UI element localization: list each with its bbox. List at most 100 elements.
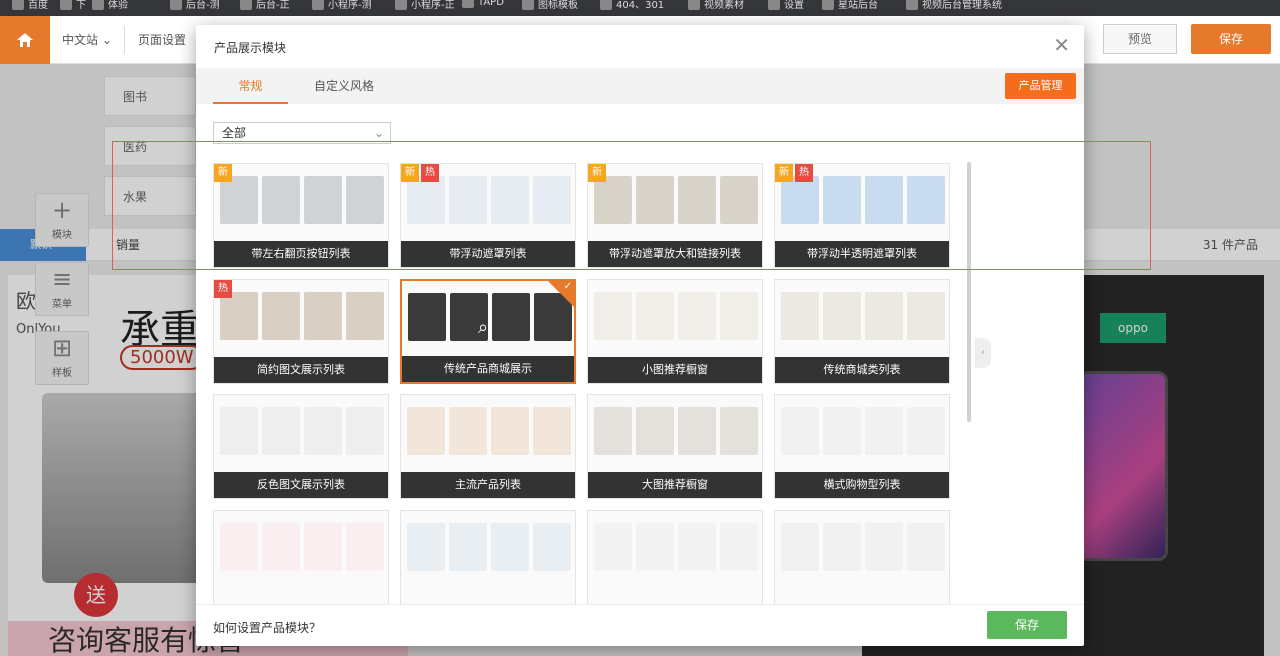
bookmark-item[interactable]: 百度 (12, 0, 48, 11)
dialog-title: 产品展示模块 (214, 41, 287, 55)
bookmark-label: 图标模板 (538, 0, 578, 11)
thumbnail-image (346, 292, 384, 340)
thumbnail-image (533, 407, 571, 455)
style-card[interactable] (213, 510, 389, 604)
bookmark-label: 小程序-正 (411, 0, 455, 11)
bookmark-item[interactable]: 星站后台 (822, 0, 878, 11)
bookmark-label: 视频后台管理系统 (922, 0, 1002, 11)
thumbnail-image (304, 407, 342, 455)
dialog-footer: 如何设置产品模块？ 保存 (196, 604, 1084, 646)
preview-button[interactable]: 预览 (1103, 24, 1177, 54)
thumbnail-image (262, 292, 300, 340)
thumbnail-image (407, 407, 445, 455)
tab-custom-style[interactable]: 自定义风格 (314, 68, 374, 104)
thumbnail-image (449, 407, 487, 455)
help-link[interactable]: 如何设置产品模块？ (213, 619, 321, 636)
thumbnail-image (594, 407, 632, 455)
bookmark-icon (688, 0, 700, 10)
style-card[interactable]: 横式购物型列表 (774, 394, 950, 499)
close-icon[interactable]: ✕ (1053, 35, 1070, 55)
card-label: 小图推荐橱窗 (588, 357, 762, 383)
bookmark-label: 后台-测 (186, 0, 220, 11)
style-card[interactable]: 小图推荐橱窗 (587, 279, 763, 384)
bookmark-item[interactable]: 视频素材 (688, 0, 744, 11)
thumbnail-image (407, 523, 445, 571)
bookmark-item[interactable]: 图标模板 (522, 0, 578, 11)
thumbnail-image (865, 407, 903, 455)
thumbnail-image (907, 292, 945, 340)
bookmark-item[interactable]: 视频后台管理系统 (906, 0, 1002, 11)
thumbnail-image (781, 523, 819, 571)
bookmark-label: 体验 (108, 0, 128, 11)
bookmark-label: 百度 (28, 0, 48, 11)
style-card[interactable]: 热简约图文展示列表 (213, 279, 389, 384)
thumbnail-image (262, 523, 300, 571)
style-card[interactable]: 反色图文展示列表 (213, 394, 389, 499)
thumbnail-image (492, 293, 530, 341)
bookmark-icon (312, 0, 324, 10)
thumbnail-image (262, 407, 300, 455)
card-label: 横式购物型列表 (775, 472, 949, 498)
style-card[interactable] (400, 510, 576, 604)
bookmark-label: 后台-正 (256, 0, 290, 11)
thumbnail-image (636, 523, 674, 571)
home-button[interactable] (0, 16, 50, 64)
thumbnail-image (781, 292, 819, 340)
thumbnail-image (678, 407, 716, 455)
bookmark-label: 设置 (784, 0, 804, 11)
thumbnail-image (408, 293, 446, 341)
tab-general[interactable]: 常规 (213, 68, 288, 104)
thumbnail-image (865, 523, 903, 571)
bookmark-label: 404、301 (616, 0, 665, 11)
bookmark-icon (395, 0, 407, 10)
bookmark-item[interactable]: TAPD (462, 0, 504, 8)
thumbnail-image (533, 523, 571, 571)
bookmark-icon (822, 0, 834, 10)
chevron-down-icon: ⌄ (373, 126, 384, 140)
style-card[interactable]: 传统商城类列表 (774, 279, 950, 384)
bookmark-item[interactable]: 小程序-测 (312, 0, 372, 11)
thumbnail-image (449, 523, 487, 571)
bookmark-item[interactable]: 404、301 (600, 0, 664, 11)
product-manage-button[interactable]: 产品管理 (1005, 73, 1076, 99)
thumbnail-image (220, 292, 258, 340)
thumbnail-image (304, 292, 342, 340)
thumbnail-image (220, 523, 258, 571)
card-label: 反色图文展示列表 (214, 472, 388, 498)
bookmark-item[interactable]: 后台-测 (170, 0, 220, 11)
bookmark-label: 下 (76, 0, 86, 11)
thumbnail-image (491, 407, 529, 455)
thumbnail-image (678, 523, 716, 571)
bookmark-icon (60, 0, 72, 10)
divider (124, 26, 125, 54)
thumbnail-image (346, 407, 384, 455)
thumbnail-image (304, 523, 342, 571)
collapse-handle[interactable]: ‹ (975, 338, 991, 368)
site-selector[interactable]: 中文站 ⌄ (62, 16, 112, 64)
bookmark-item[interactable]: 下 (60, 0, 86, 11)
check-icon: ✓ (563, 281, 572, 292)
bookmark-item[interactable]: 体验 (92, 0, 128, 11)
page-settings[interactable]: 页面设置 (138, 16, 186, 64)
style-card[interactable] (774, 510, 950, 604)
top-save-button[interactable]: 保存 (1191, 24, 1271, 54)
thumbnail-image (636, 292, 674, 340)
card-label: 大图推荐橱窗 (588, 472, 762, 498)
bookmark-item[interactable]: 设置 (768, 0, 804, 11)
bookmark-icon (170, 0, 182, 10)
bookmark-icon (92, 0, 104, 10)
highlight-frame (112, 141, 1151, 270)
dialog-tabs: 常规 自定义风格 产品管理 (196, 68, 1084, 104)
thumbnail-image (781, 407, 819, 455)
bookmark-icon (240, 0, 252, 10)
style-card[interactable] (587, 510, 763, 604)
style-card[interactable]: 主流产品列表 (400, 394, 576, 499)
style-card[interactable]: 大图推荐橱窗 (587, 394, 763, 499)
thumbnail-image (865, 292, 903, 340)
bookmark-item[interactable]: 小程序-正 (395, 0, 455, 11)
style-card[interactable]: ✓ ⌕ 传统产品商城展示 (400, 279, 576, 384)
bookmark-item[interactable]: 后台-正 (240, 0, 290, 11)
bookmarks-bar: 百度 下 体验 后台-测 后台-正 小程序-测 小程序-正 TAPD 图标模板 404、301 视频… (0, 0, 1280, 16)
dialog-save-button[interactable]: 保存 (987, 611, 1067, 639)
home-icon (17, 33, 33, 47)
